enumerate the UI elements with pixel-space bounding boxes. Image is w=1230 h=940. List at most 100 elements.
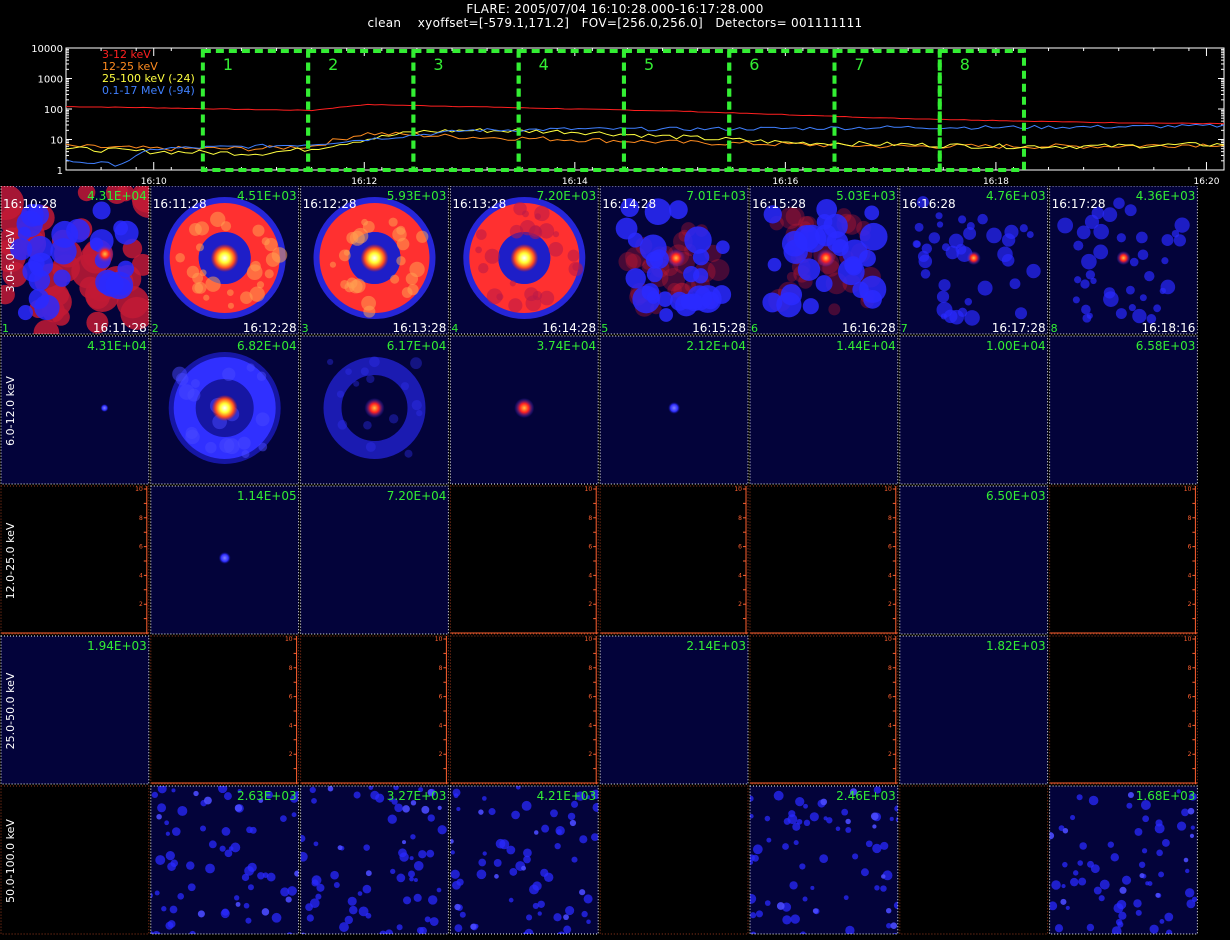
blob <box>300 851 308 862</box>
blob <box>249 826 257 834</box>
blob <box>164 820 170 826</box>
blob <box>776 292 802 318</box>
blob <box>553 913 562 922</box>
blob <box>266 872 276 882</box>
axis-tick-label: 6 <box>738 544 742 551</box>
blob <box>34 294 60 321</box>
blob <box>205 441 217 454</box>
cell-content <box>514 398 535 418</box>
blob <box>1165 929 1173 934</box>
cell-max-label: 7.01E+03 <box>686 189 746 203</box>
blob <box>409 856 414 861</box>
ring-speckle <box>388 217 398 227</box>
blob <box>280 887 290 897</box>
blob <box>152 931 161 934</box>
row-label: 6.0-12.0 keV <box>4 376 17 446</box>
blob <box>1139 873 1145 879</box>
blob <box>1009 278 1021 290</box>
blob <box>928 232 941 244</box>
blob <box>625 253 642 270</box>
axis-tick-label: 4 <box>738 572 742 579</box>
blob <box>170 859 178 867</box>
blob <box>255 412 270 427</box>
image-cell: 1.44E+04 <box>749 335 899 485</box>
image-cell: 5.93E+03 16:12:28 16:13:28 3 <box>300 186 449 335</box>
blob <box>977 213 988 225</box>
cell-index: 4 <box>451 322 458 335</box>
image-cell: 3.74E+04 <box>449 335 599 485</box>
axis-tick-label: 6 <box>289 694 293 701</box>
blob <box>1051 880 1061 890</box>
blob <box>53 269 71 287</box>
blob <box>863 289 882 309</box>
cell-background <box>899 636 1048 784</box>
cell-index: 8 <box>1051 322 1058 335</box>
image-cell: 7.20E+04 <box>300 485 449 635</box>
blob <box>716 240 730 254</box>
axis-tick-label: 6 <box>439 694 443 701</box>
cell-background <box>600 486 748 634</box>
cell-background <box>1 786 149 934</box>
blob <box>567 812 576 821</box>
cell-content <box>218 552 231 564</box>
y-tick-label: 1000 <box>38 75 63 86</box>
cell-background <box>1049 336 1198 484</box>
image-cell: 1.14E+05 <box>150 485 300 635</box>
blob <box>693 285 722 313</box>
blob <box>313 841 319 847</box>
blob <box>1155 819 1163 827</box>
blob <box>452 880 461 890</box>
blob <box>917 250 930 263</box>
axis-tick-label: 8 <box>588 515 592 522</box>
ring-speckle <box>475 246 482 254</box>
blob <box>841 808 849 816</box>
blob <box>1149 924 1159 934</box>
axis-tick-label: 6 <box>588 694 592 701</box>
cell-background <box>899 336 1048 484</box>
blob <box>247 884 254 891</box>
blob <box>157 803 167 813</box>
image-cell: 1.94E+03 <box>0 635 150 785</box>
interval-label: 4 <box>539 55 549 74</box>
image-cell: 2 4 6 8 10 <box>1049 635 1198 785</box>
ring-speckle <box>346 231 359 244</box>
blob <box>165 831 170 836</box>
cell-max-label: 1.94E+03 <box>87 639 147 653</box>
blob <box>221 827 231 836</box>
chart-title: FLARE: 2005/07/04 16:10:28.000-16:17:28.… <box>0 2 1230 30</box>
image-cell <box>599 785 749 935</box>
cell-background <box>450 636 599 784</box>
blob <box>1079 842 1087 850</box>
blob <box>1190 825 1195 830</box>
blob <box>537 900 545 908</box>
blob <box>375 793 385 803</box>
blob <box>657 291 673 307</box>
cell-index: 1 <box>2 322 9 335</box>
axis-tick-label: 4 <box>588 572 592 579</box>
row-label: 3.0-6.0 keV <box>4 229 17 292</box>
axis-tick-label: 10 <box>884 486 892 493</box>
blob <box>494 874 499 879</box>
blob <box>402 840 407 845</box>
cell-end-time: 16:17:28 <box>992 321 1046 335</box>
blob <box>935 212 943 220</box>
ring-speckle <box>338 249 351 262</box>
blob <box>452 788 461 797</box>
axis-tick-label: 8 <box>1188 665 1192 672</box>
blob <box>470 923 477 930</box>
blob <box>1061 883 1066 889</box>
source-core <box>360 244 389 272</box>
ring-speckle <box>203 294 210 301</box>
blob <box>369 356 380 368</box>
blob <box>223 438 240 455</box>
interval-label: 1 <box>223 55 233 74</box>
blob <box>1074 276 1082 284</box>
blob <box>366 374 375 384</box>
blob <box>396 924 403 931</box>
blob <box>450 850 455 855</box>
blob <box>347 896 357 906</box>
axis-tick-label: 2 <box>888 751 892 758</box>
ring-speckle <box>484 248 500 264</box>
blob <box>1026 263 1041 279</box>
blob <box>205 863 215 874</box>
